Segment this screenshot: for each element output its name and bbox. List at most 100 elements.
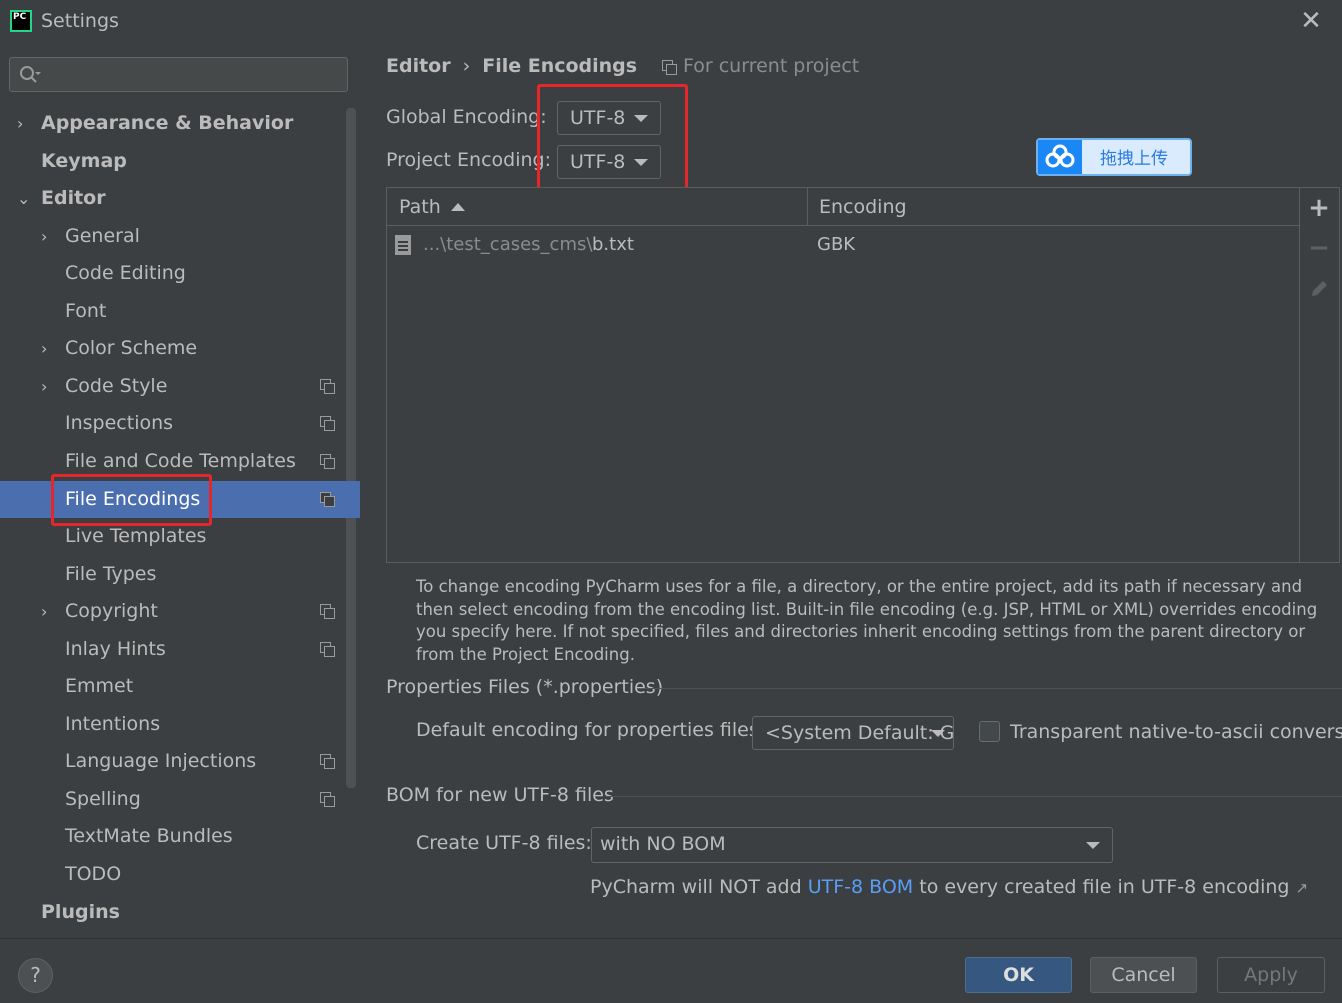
chevron-right-icon[interactable]: › (41, 368, 57, 405)
chevron-right-icon[interactable]: › (41, 593, 57, 630)
table-row[interactable]: ...\test_cases_cms\ b.txt GBK (387, 228, 1299, 264)
help-button[interactable]: ? (18, 958, 53, 993)
column-divider[interactable] (807, 188, 808, 226)
table-toolbar: + − (1300, 187, 1340, 563)
sidebar-item-label: File Types (65, 563, 157, 585)
apply-button[interactable]: Apply (1217, 957, 1325, 993)
highlight-box-file-encodings (51, 474, 212, 526)
sidebar-item-color-scheme[interactable]: › Color Scheme (0, 330, 346, 367)
highlight-box-encodings (537, 84, 688, 203)
sidebar-item-label: TODO (65, 863, 122, 885)
sidebar-item-label: Emmet (65, 675, 134, 697)
sidebar-item-keymap[interactable]: Keymap (0, 143, 346, 180)
sidebar-item-appearance-behavior[interactable]: › Appearance & Behavior (0, 105, 346, 142)
sidebar-item-language-injections[interactable]: Language Injections (0, 743, 346, 780)
sidebar-item-label: Code Style (65, 375, 168, 397)
chevron-down-icon[interactable]: ⌄ (17, 180, 33, 217)
sidebar-item-label: Language Injections (65, 750, 257, 772)
row-path-file: b.txt (592, 234, 634, 255)
close-icon[interactable]: ✕ (1296, 6, 1326, 36)
sidebar-item-textmate-bundles[interactable]: TextMate Bundles (0, 818, 346, 855)
sidebar-item-label: Appearance & Behavior (41, 112, 294, 134)
project-scope-icon (320, 379, 335, 394)
sidebar-item-code-style[interactable]: › Code Style (0, 368, 346, 405)
drag-upload-label: 拖拽上传 (1100, 149, 1168, 169)
sidebar-item-label: Color Scheme (65, 337, 198, 359)
bom-note-suffix: to every created file in UTF-8 encoding (913, 876, 1290, 898)
external-link-icon: ↗ (1295, 879, 1309, 897)
project-scope-icon (320, 416, 335, 431)
chevron-right-icon[interactable]: › (41, 218, 57, 255)
sidebar-item-label: Plugins (41, 901, 120, 923)
row-path-prefix: ...\test_cases_cms\ (423, 234, 593, 255)
properties-encoding-select[interactable]: <System Default: G... (752, 716, 954, 750)
project-scope-icon (662, 60, 678, 76)
breadcrumb-parent[interactable]: Editor (386, 55, 451, 77)
utf8-bom-link[interactable]: UTF-8 BOM (808, 876, 913, 898)
dropdown-arrow-icon (1086, 842, 1100, 849)
title-bar (0, 0, 1342, 42)
sidebar-item-label: Inspections (65, 412, 174, 434)
search-icon (20, 66, 41, 83)
sidebar-item-label: Keymap (41, 150, 127, 172)
sidebar-item-label: Copyright (65, 600, 158, 622)
pycharm-logo-icon: PC (10, 10, 32, 32)
global-encoding-label: Global Encoding: (386, 106, 547, 128)
row-encoding[interactable]: GBK (817, 234, 855, 255)
ok-button[interactable]: OK (965, 957, 1072, 993)
native-to-ascii-checkbox[interactable] (979, 721, 1000, 742)
native-to-ascii-label[interactable]: Transparent native-to-ascii conversion (1010, 721, 1342, 743)
sidebar-item-todo[interactable]: TODO (0, 856, 346, 893)
sidebar-item-editor[interactable]: ⌄ Editor (0, 180, 346, 217)
sidebar-item-label: Editor (41, 187, 106, 209)
create-utf8-label: Create UTF-8 files: (416, 832, 592, 854)
add-icon[interactable]: + (1308, 195, 1330, 221)
project-scope-icon (320, 492, 335, 507)
column-header-encoding[interactable]: Encoding (819, 196, 907, 218)
sidebar-item-file-types[interactable]: File Types (0, 556, 346, 593)
chevron-right-icon[interactable]: › (41, 330, 57, 367)
sidebar-item-intentions[interactable]: Intentions (0, 706, 346, 743)
sidebar-item-inspections[interactable]: Inspections (0, 405, 346, 442)
scope-label: For current project (683, 55, 860, 77)
cancel-button[interactable]: Cancel (1090, 957, 1197, 993)
sidebar-item-label: Code Editing (65, 262, 186, 284)
column-header-path[interactable]: Path (399, 196, 441, 218)
sidebar-item-label: Spelling (65, 788, 141, 810)
sidebar-item-label: Intentions (65, 713, 161, 735)
remove-icon[interactable]: − (1308, 235, 1330, 261)
sidebar-item-spelling[interactable]: Spelling (0, 781, 346, 818)
section-divider (605, 796, 1342, 797)
sidebar-item-copyright[interactable]: › Copyright (0, 593, 346, 630)
sidebar-item-inlay-hints[interactable]: Inlay Hints (0, 631, 346, 668)
bom-select-value: with NO BOM (600, 833, 726, 855)
cloud-icon (1045, 144, 1075, 168)
dropdown-arrow-icon (931, 730, 945, 737)
baidu-cloud-icon (1038, 140, 1082, 174)
properties-section-title: Properties Files (*.properties) (386, 676, 664, 698)
drag-upload-button[interactable]: 拖拽上传 (1036, 138, 1192, 176)
bom-note: PyCharm will NOT add UTF-8 BOM to every … (590, 876, 1308, 898)
sidebar-item-plugins[interactable]: Plugins (0, 894, 346, 931)
sidebar-item-general[interactable]: › General (0, 218, 346, 255)
window-title: Settings (41, 10, 119, 32)
section-divider (645, 688, 1342, 689)
sidebar-item-label: General (65, 225, 140, 247)
encoding-help-text: To change encoding PyCharm uses for a fi… (416, 577, 1318, 664)
sidebar-item-font[interactable]: Font (0, 293, 346, 330)
sidebar-scrollbar[interactable] (346, 108, 356, 788)
bom-select[interactable]: with NO BOM (591, 827, 1113, 863)
edit-icon[interactable] (1308, 276, 1330, 300)
sidebar-item-code-editing[interactable]: Code Editing (0, 255, 346, 292)
bom-section-title: BOM for new UTF-8 files (386, 784, 614, 806)
project-scope-icon (320, 792, 335, 807)
chevron-right-icon[interactable]: › (17, 105, 33, 142)
table-header: Path Encoding (387, 188, 1299, 226)
breadcrumb-separator: › (462, 55, 471, 77)
sidebar-item-emmet[interactable]: Emmet (0, 668, 346, 705)
sidebar-item-label: Inlay Hints (65, 638, 166, 660)
project-scope-icon (320, 642, 335, 657)
search-input[interactable] (9, 57, 348, 92)
project-scope-icon (320, 604, 335, 619)
breadcrumb-current: File Encodings (482, 55, 638, 77)
